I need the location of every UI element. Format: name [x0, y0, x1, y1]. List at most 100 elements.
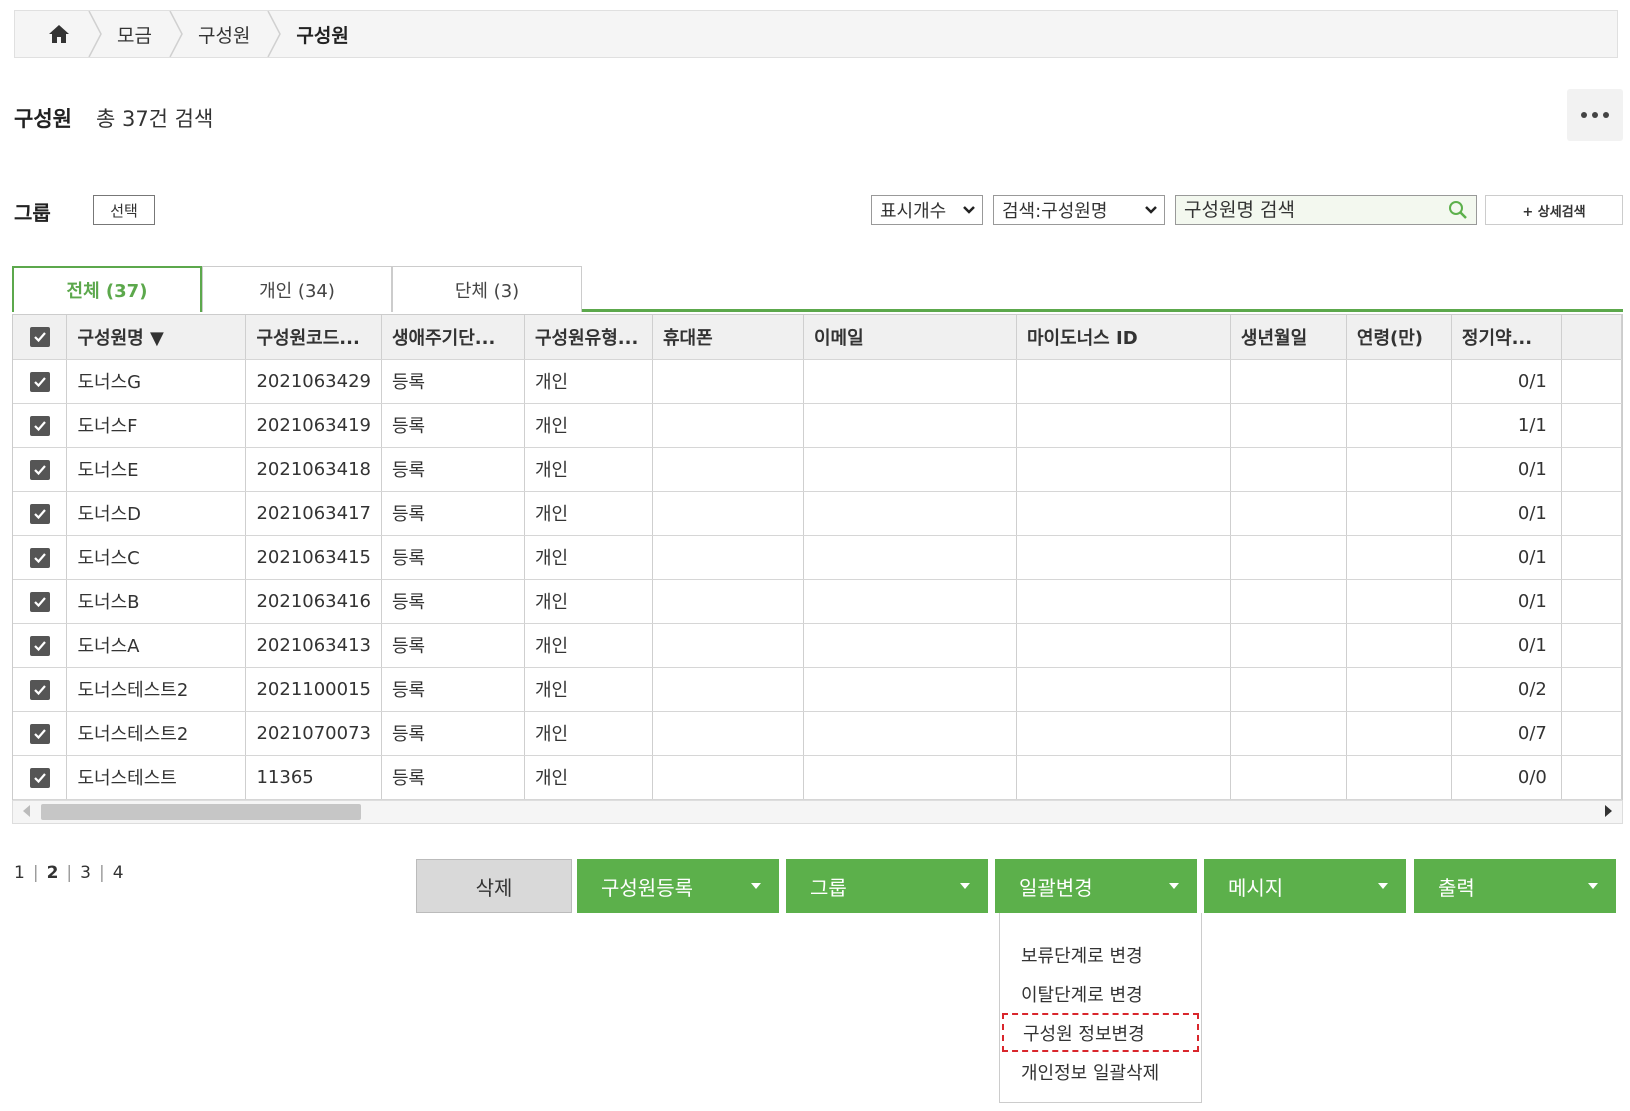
print-button[interactable]: 출력 — [1414, 859, 1616, 913]
cell-overflow — [1561, 711, 1622, 756]
breadcrumb: 모금 구성원 구성원 — [14, 10, 1618, 58]
row-checkbox[interactable] — [13, 711, 68, 756]
search-icon[interactable] — [1448, 200, 1468, 220]
row-checkbox[interactable] — [13, 359, 68, 404]
page-link-2[interactable]: 2 — [47, 863, 59, 883]
cell-email — [803, 535, 1017, 580]
row-checkbox[interactable] — [13, 447, 68, 492]
cell-age — [1346, 623, 1452, 668]
bulk-change-button[interactable]: 일괄변경 — [995, 859, 1197, 913]
column-header-regular[interactable]: 정기약... — [1451, 315, 1562, 360]
cell-regular: 0/7 — [1451, 711, 1562, 756]
search-type-dropdown[interactable]: 검색:구성원명 — [993, 195, 1165, 225]
cell-phone — [652, 579, 804, 624]
tab-organization[interactable]: 단체 (3) — [392, 266, 582, 312]
column-header-birthdate[interactable]: 생년월일 — [1230, 315, 1347, 360]
cell-age — [1346, 711, 1452, 756]
row-checkbox[interactable] — [13, 667, 68, 712]
page-separator: | — [66, 863, 73, 883]
cell-regular: 0/1 — [1451, 623, 1562, 668]
tab-individual[interactable]: 개인 (34) — [202, 266, 392, 312]
cell-name: 도너스테스트2 — [66, 711, 247, 756]
breadcrumb-item-fundraising[interactable]: 모금 — [117, 21, 152, 48]
column-header-mydonus-id[interactable]: 마이도너스 ID — [1016, 315, 1231, 360]
cell-age — [1346, 359, 1452, 404]
row-checkbox[interactable] — [13, 491, 68, 536]
column-header-name[interactable]: 구성원명 ▼ — [66, 315, 247, 360]
row-checkbox[interactable] — [13, 579, 68, 624]
cell-age — [1346, 447, 1452, 492]
table-row[interactable]: 도너스F 2021063419 등록 개인 1/1 — [13, 403, 1622, 448]
table-row[interactable]: 도너스E 2021063418 등록 개인 0/1 — [13, 447, 1622, 492]
cell-code: 2021063415 — [245, 535, 382, 580]
column-header-age[interactable]: 연령(만) — [1346, 315, 1452, 360]
search-input[interactable] — [1184, 199, 1434, 221]
home-icon[interactable] — [47, 22, 71, 46]
row-checkbox[interactable] — [13, 755, 68, 800]
table-row[interactable]: 도너스테스트2 2021070073 등록 개인 0/7 — [13, 711, 1622, 756]
page-link-4[interactable]: 4 — [113, 863, 124, 883]
cell-type: 개인 — [524, 667, 653, 712]
cell-code: 2021063419 — [245, 403, 382, 448]
cell-birthdate — [1230, 623, 1347, 668]
cell-mydonus-id — [1016, 447, 1231, 492]
table-row[interactable]: 도너스B 2021063416 등록 개인 0/1 — [13, 579, 1622, 624]
checkbox-checked-icon — [29, 371, 50, 392]
delete-button[interactable]: 삭제 — [416, 859, 572, 913]
display-count-dropdown[interactable]: 표시개수 — [871, 195, 983, 225]
column-header-email[interactable]: 이메일 — [803, 315, 1017, 360]
table-row[interactable]: 도너스테스트 11365 등록 개인 0/0 — [13, 755, 1622, 800]
table-row[interactable]: 도너스A 2021063413 등록 개인 0/1 — [13, 623, 1622, 668]
breadcrumb-item-members[interactable]: 구성원 — [198, 21, 250, 48]
table-row[interactable]: 도너스D 2021063417 등록 개인 0/1 — [13, 491, 1622, 536]
row-checkbox[interactable] — [13, 535, 68, 580]
member-table-body: 도너스G 2021063429 등록 개인 0/1 도너스F 2021063419 등록 개인 1… — [13, 359, 1622, 800]
table-row[interactable]: 도너스테스트2 2021100015 등록 개인 0/2 — [13, 667, 1622, 712]
tab-all[interactable]: 전체 (37) — [12, 266, 202, 312]
print-button-label: 출력 — [1438, 875, 1475, 900]
cell-birthdate — [1230, 579, 1347, 624]
menu-item-hold-stage[interactable]: 보류단계로 변경 — [1000, 935, 1201, 974]
table-row[interactable]: 도너스C 2021063415 등록 개인 0/1 — [13, 535, 1622, 580]
cell-mydonus-id — [1016, 667, 1231, 712]
row-checkbox[interactable] — [13, 623, 68, 668]
register-member-button[interactable]: 구성원등록 — [577, 859, 779, 913]
bulk-change-menu: 보류단계로 변경 이탈단계로 변경 구성원 정보변경 개인정보 일괄삭제 — [999, 913, 1202, 1103]
caret-down-icon — [1378, 883, 1388, 889]
column-header-overflow — [1561, 315, 1622, 360]
column-header-phone[interactable]: 휴대폰 — [652, 315, 804, 360]
advanced-search-button[interactable]: + 상세검색 — [1485, 195, 1623, 225]
scrollbar-thumb[interactable] — [41, 804, 361, 820]
cell-name: 도너스테스트 — [66, 755, 247, 800]
scroll-right-icon[interactable] — [1605, 805, 1612, 817]
row-checkbox[interactable] — [13, 403, 68, 448]
menu-item-churn-stage[interactable]: 이탈단계로 변경 — [1000, 974, 1201, 1013]
table-row[interactable]: 도너스G 2021063429 등록 개인 0/1 — [13, 359, 1622, 404]
page-link-3[interactable]: 3 — [80, 863, 91, 883]
more-options-button[interactable] — [1567, 89, 1623, 141]
cell-age — [1346, 579, 1452, 624]
cell-email — [803, 667, 1017, 712]
select-all-checkbox[interactable] — [13, 315, 68, 360]
cell-overflow — [1561, 447, 1622, 492]
cell-code: 2021063416 — [245, 579, 382, 624]
message-button[interactable]: 메시지 — [1204, 859, 1406, 913]
menu-item-member-info-change[interactable]: 구성원 정보변경 — [1002, 1013, 1199, 1052]
page-link-1[interactable]: 1 — [14, 863, 25, 883]
cell-regular: 0/1 — [1451, 491, 1562, 536]
cell-code: 2021100015 — [245, 667, 382, 712]
column-header-lifecycle[interactable]: 생애주기단... — [381, 315, 525, 360]
column-header-type[interactable]: 구성원유형... — [524, 315, 653, 360]
cell-regular: 0/1 — [1451, 447, 1562, 492]
scroll-left-icon[interactable] — [23, 805, 30, 817]
column-header-code[interactable]: 구성원코드... — [245, 315, 382, 360]
cell-type: 개인 — [524, 755, 653, 800]
checkbox-checked-icon — [29, 459, 50, 480]
cell-lifecycle: 등록 — [381, 667, 525, 712]
checkbox-checked-icon — [29, 547, 50, 568]
menu-item-bulk-delete-personal-info[interactable]: 개인정보 일괄삭제 — [1000, 1052, 1201, 1091]
group-button[interactable]: 그룹 — [786, 859, 988, 913]
group-select-button[interactable]: 선택 — [93, 195, 155, 225]
cell-regular: 0/1 — [1451, 535, 1562, 580]
horizontal-scrollbar[interactable] — [12, 800, 1623, 824]
